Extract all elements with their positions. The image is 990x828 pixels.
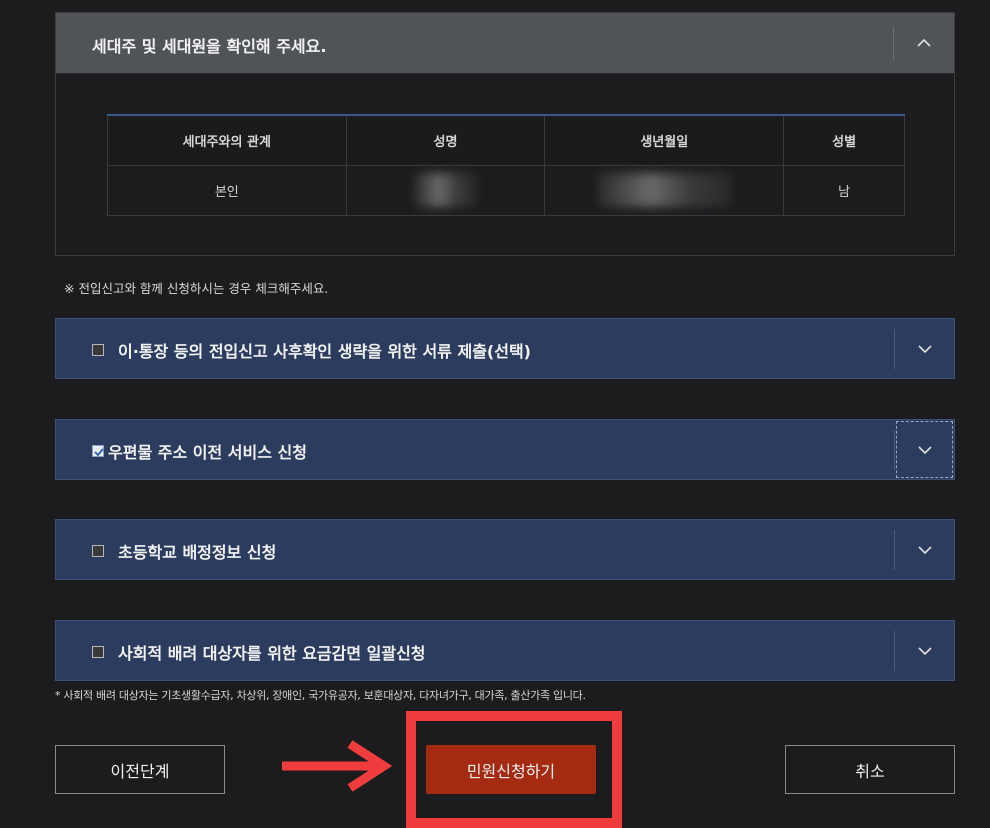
column-header-name: 성명 <box>345 114 546 165</box>
cancel-button[interactable]: 취소 <box>785 745 955 794</box>
chevron-up-icon <box>917 38 931 47</box>
option-label: 초등학교 배정정보 신청 <box>118 543 277 562</box>
notice-text: ※ 전입신고와 함께 신청하시는 경우 체크해주세요. <box>64 281 329 296</box>
option-document-submission[interactable]: 이·통장 등의 전입신고 사후확인 생략을 위한 서류 제출(선택) <box>55 318 955 379</box>
footnote-text: * 사회적 배려 대상자는 기초생활수급자, 차상위, 장애인, 국가유공자, … <box>55 689 586 702</box>
option-checkbox[interactable] <box>92 545 104 557</box>
expand-button[interactable] <box>895 520 954 579</box>
previous-step-button[interactable]: 이전단계 <box>55 745 225 794</box>
cell-birthdate <box>544 164 785 216</box>
chevron-down-icon <box>917 646 932 655</box>
highlight-box <box>406 711 622 828</box>
option-label: 이·통장 등의 전입신고 사후확인 생략을 위한 서류 제출(선택) <box>118 342 531 361</box>
chevron-down-icon <box>917 344 932 353</box>
cell-gender: 남 <box>783 164 905 216</box>
expand-button[interactable] <box>895 621 954 680</box>
redacted-name <box>414 173 477 207</box>
household-header: 세대주 및 세대원을 확인해 주세요. <box>56 13 954 74</box>
option-checkbox-checked[interactable] <box>92 445 104 457</box>
option-fee-reduction[interactable]: 사회적 배려 대상자를 위한 요금감면 일괄신청 <box>55 620 955 681</box>
option-checkbox[interactable] <box>92 646 104 658</box>
option-label: 우편물 주소 이전 서비스 신청 <box>108 443 307 462</box>
collapse-button[interactable] <box>894 13 954 73</box>
expand-button[interactable] <box>895 420 954 479</box>
cell-relation: 본인 <box>107 164 347 216</box>
column-header-birthdate: 생년월일 <box>544 114 785 165</box>
members-table: 세대주와의 관계 성명 생년월일 성별 본인 남 <box>107 114 905 216</box>
table-row: 본인 남 <box>107 164 905 216</box>
chevron-down-icon <box>917 545 932 554</box>
column-header-relation: 세대주와의 관계 <box>107 114 347 165</box>
redacted-birthdate <box>597 173 732 207</box>
option-school-assignment[interactable]: 초등학교 배정정보 신청 <box>55 519 955 580</box>
chevron-down-icon <box>917 445 932 454</box>
checkmark-icon <box>94 448 104 457</box>
household-title: 세대주 및 세대원을 확인해 주세요. <box>92 37 327 56</box>
option-checkbox[interactable] <box>92 344 104 356</box>
household-panel: 세대주 및 세대원을 확인해 주세요. 세대주와의 관계 성명 생년월일 성별 … <box>55 12 955 256</box>
arrow-right-icon <box>282 740 392 792</box>
cell-name <box>345 164 546 216</box>
option-mail-forwarding[interactable]: 우편물 주소 이전 서비스 신청 <box>55 419 955 480</box>
table-header-row: 세대주와의 관계 성명 생년월일 성별 <box>107 114 905 165</box>
column-header-gender: 성별 <box>783 114 905 165</box>
option-label: 사회적 배려 대상자를 위한 요금감면 일괄신청 <box>118 644 426 663</box>
expand-button[interactable] <box>895 319 954 378</box>
